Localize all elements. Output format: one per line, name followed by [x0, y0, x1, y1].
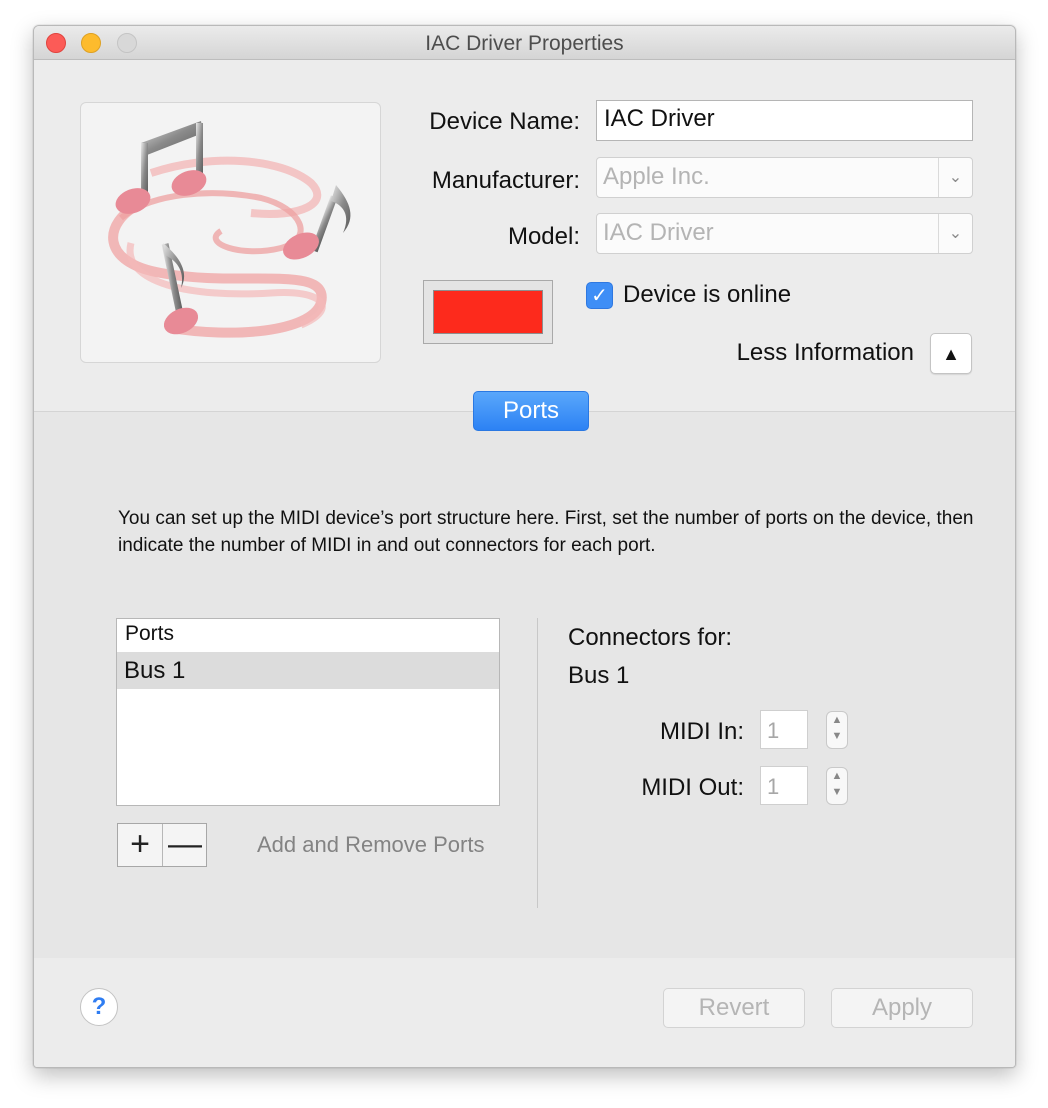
window-title: IAC Driver Properties: [425, 32, 624, 55]
midi-out-stepper[interactable]: ▲ ▼: [826, 767, 848, 805]
stepper-down-icon[interactable]: ▼: [827, 728, 847, 744]
stepper-up-icon[interactable]: ▲: [827, 712, 847, 728]
tab-ports[interactable]: Ports: [473, 391, 589, 431]
device-color-swatch: [433, 290, 543, 334]
chevron-down-icon[interactable]: ⌄: [938, 214, 972, 253]
connectors-bus-name: Bus 1: [568, 662, 630, 689]
manufacturer-combobox[interactable]: Apple Inc. ⌄: [596, 157, 973, 198]
title-bar: IAC Driver Properties: [34, 26, 1015, 60]
device-online-checkbox[interactable]: ✓: [586, 282, 613, 309]
device-name-field[interactable]: IAC Driver: [596, 100, 973, 141]
model-value: IAC Driver: [603, 219, 714, 246]
less-information-label: Less Information: [736, 339, 914, 366]
panel-divider: [537, 618, 538, 908]
add-remove-ports-label: Add and Remove Ports: [257, 832, 485, 857]
ports-list[interactable]: Ports Bus 1: [116, 618, 500, 806]
device-name-label: Device Name:: [429, 108, 580, 135]
manufacturer-label: Manufacturer:: [431, 167, 580, 194]
manufacturer-value: Apple Inc.: [603, 163, 710, 190]
stepper-down-icon[interactable]: ▼: [827, 784, 847, 800]
help-button[interactable]: ?: [80, 988, 118, 1026]
connectors-heading: Connectors for:: [568, 624, 733, 651]
model-combobox[interactable]: IAC Driver ⌄: [596, 213, 973, 254]
device-color-well[interactable]: [423, 280, 553, 344]
midi-in-label: MIDI In:: [659, 718, 744, 745]
remove-port-button[interactable]: —: [163, 824, 207, 866]
midi-in-field[interactable]: 1: [760, 710, 808, 749]
ports-list-header[interactable]: Ports: [117, 619, 499, 653]
model-label: Model:: [507, 223, 580, 250]
list-item[interactable]: Bus 1: [117, 653, 499, 689]
iac-driver-properties-window: IAC Driver Properties Device Name: IAC D…: [33, 25, 1016, 1068]
add-remove-ports-control: + —: [117, 823, 207, 867]
ports-description: You can set up the MIDI device’s port st…: [118, 508, 974, 556]
apply-button[interactable]: Apply: [831, 988, 973, 1028]
revert-button[interactable]: Revert: [663, 988, 805, 1028]
midi-in-stepper[interactable]: ▲ ▼: [826, 711, 848, 749]
device-icon-well[interactable]: [80, 102, 381, 363]
midi-notes-icon: [108, 121, 351, 338]
less-information-button[interactable]: ▲: [930, 333, 972, 374]
add-port-button[interactable]: +: [118, 824, 163, 866]
up-triangle-icon: ▲: [942, 344, 960, 364]
device-online-label: Device is online: [623, 281, 792, 308]
midi-out-label: MIDI Out:: [641, 774, 744, 801]
chevron-down-icon[interactable]: ⌄: [938, 158, 972, 197]
midi-out-field[interactable]: 1: [760, 766, 808, 805]
stepper-up-icon[interactable]: ▲: [827, 768, 847, 784]
